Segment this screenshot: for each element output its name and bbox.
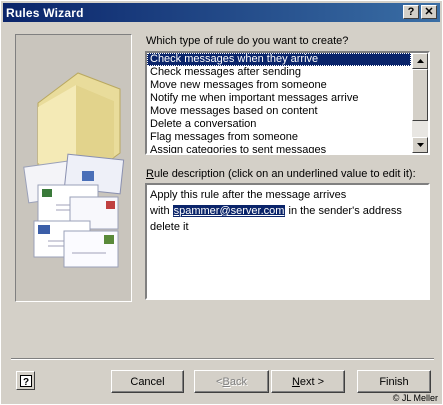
help-button[interactable]: ?: [16, 371, 35, 390]
envelope-stack-graphic: [23, 153, 125, 268]
vertical-scrollbar[interactable]: [412, 53, 428, 153]
rule-type-listbox[interactable]: Check messages when they arrive Check mes…: [145, 51, 430, 155]
close-button[interactable]: ✕: [421, 5, 437, 19]
finish-button[interactable]: Finish: [357, 370, 431, 393]
cancel-button[interactable]: Cancel: [111, 370, 184, 393]
rule-type-label: Which type of rule do you want to create…: [146, 35, 349, 47]
svg-text:?: ?: [22, 377, 28, 387]
rule-description-label: Rule description (click on an underlined…: [146, 168, 416, 180]
rule-description-box: Apply this rule after the message arrive…: [145, 183, 430, 300]
help-title-button[interactable]: ?: [403, 5, 419, 19]
help-icon: ?: [19, 374, 32, 387]
description-line-2: with spammer@server.com in the sender's …: [150, 205, 402, 217]
rule-type-item[interactable]: Check messages when they arrive: [147, 53, 411, 66]
arrow-down-icon: [416, 143, 424, 147]
rule-type-item[interactable]: Delete a conversation: [147, 118, 411, 131]
wizard-illustration: [15, 34, 132, 302]
scroll-thumb[interactable]: [412, 69, 428, 121]
description-line-1: Apply this rule after the message arrive…: [150, 189, 347, 201]
scroll-down-button[interactable]: [412, 137, 428, 153]
rule-type-item[interactable]: Move messages based on content: [147, 105, 411, 118]
question-icon: ?: [407, 5, 415, 18]
rule-type-item[interactable]: Notify me when important messages arrive: [147, 92, 411, 105]
rule-type-item[interactable]: Flag messages from someone: [147, 131, 411, 144]
envelopes-folder-illustration: [23, 72, 125, 268]
footer-separator: [11, 358, 434, 360]
copyright-text: © JL Meller: [392, 393, 438, 403]
arrow-up-icon: [416, 59, 424, 63]
close-icon: ✕: [424, 5, 434, 18]
rule-type-items: Check messages when they arrive Check mes…: [147, 53, 411, 153]
rule-type-item[interactable]: Assign categories to sent messages: [147, 144, 411, 153]
rule-type-item[interactable]: Check messages after sending: [147, 66, 411, 79]
rule-type-item[interactable]: Move new messages from someone: [147, 79, 411, 92]
scroll-up-button[interactable]: [412, 53, 428, 69]
window-title: Rules Wizard: [6, 5, 84, 20]
title-bar[interactable]: Rules Wizard ? ✕: [3, 3, 440, 22]
back-button[interactable]: < Back: [194, 370, 269, 393]
sender-address-link[interactable]: spammer@server.com: [172, 205, 286, 217]
next-button[interactable]: Next >: [271, 370, 345, 393]
rules-wizard-dialog: Rules Wizard ? ✕ Which type of rule do y…: [0, 0, 443, 405]
description-line-3: delete it: [150, 221, 189, 233]
